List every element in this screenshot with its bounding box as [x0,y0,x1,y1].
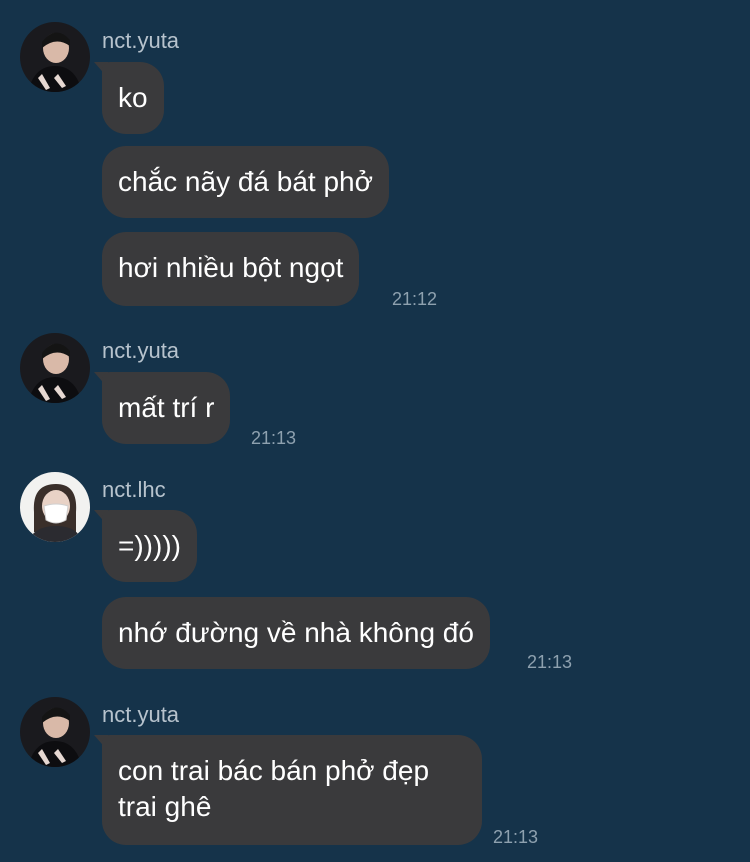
profile-photo-icon [20,472,90,542]
avatar-lhc[interactable] [20,472,90,542]
chat-history[interactable]: nct.yuta ko chắc nãy đá bát phở hơi nhiề… [0,0,750,862]
message-timestamp: 21:13 [493,827,539,847]
message-timestamp: 21:13 [251,428,297,448]
profile-photo-icon [20,22,90,92]
message-timestamp: 21:12 [392,289,438,309]
message-bubble[interactable]: nhớ đường về nhà không đó [102,597,490,669]
sender-name: nct.yuta [102,338,180,363]
message-bubble[interactable]: hơi nhiều bột ngọt [102,232,360,306]
sender-name: nct.yuta [102,702,180,727]
message-bubble[interactable]: ko [102,62,164,134]
message-bubble[interactable]: con trai bác bán phở đẹp trai ghê [102,735,482,845]
profile-photo-icon [20,697,90,767]
profile-photo-icon [20,333,90,403]
message-bubble[interactable]: chắc nãy đá bát phở [102,146,389,218]
avatar-yuta[interactable] [20,333,90,403]
avatar-yuta[interactable] [20,22,90,92]
message-timestamp: 21:13 [527,652,573,672]
avatar-yuta[interactable] [20,697,90,767]
message-bubble[interactable]: =))))) [102,510,197,582]
sender-name: nct.lhc [102,477,166,502]
sender-name: nct.yuta [102,28,180,53]
message-bubble[interactable]: mất trí r [102,372,231,444]
